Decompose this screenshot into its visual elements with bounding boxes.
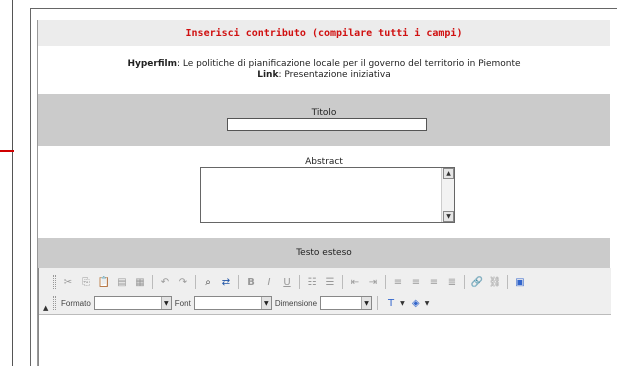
toolbar-row-1: ✂ ⎘ 📋 ▤ ▦ ↶ ↷ ⌕ ⇄ B I U ☷ ☰ ⇤ ⇥ ≡ ≡ ≡ ≣ xyxy=(53,274,528,290)
abstract-field: ▲ ▼ xyxy=(200,167,455,223)
hyperfilm-line: Hyperfilm: Le politiche di pianificazion… xyxy=(127,59,520,70)
paste-word-icon[interactable]: ▦ xyxy=(132,274,148,290)
paste-icon[interactable]: 📋 xyxy=(96,274,112,290)
undo-icon[interactable]: ↶ xyxy=(157,274,173,290)
underline-icon[interactable]: U xyxy=(279,274,295,290)
titolo-label: Titolo xyxy=(311,108,337,118)
cut-icon[interactable]: ✂ xyxy=(60,274,76,290)
formato-select[interactable]: ▼ xyxy=(93,296,172,310)
redo-icon[interactable]: ↷ xyxy=(175,274,191,290)
context-info: Hyperfilm: Le politiche di pianificazion… xyxy=(38,46,610,94)
form-header: Inserisci contributo (compilare tutti i … xyxy=(38,20,610,46)
hyperfilm-label: Hyperfilm xyxy=(127,59,177,69)
rich-text-editor: ✂ ⎘ 📋 ▤ ▦ ↶ ↷ ⌕ ⇄ B I U ☷ ☰ ⇤ ⇥ ≡ ≡ ≡ ≣ xyxy=(38,268,611,366)
abstract-textarea[interactable] xyxy=(201,168,442,222)
dimensione-label: Dimensione xyxy=(274,298,318,308)
titolo-section: Titolo xyxy=(38,94,610,146)
ordered-list-icon[interactable]: ☷ xyxy=(304,274,320,290)
scroll-down-icon[interactable]: ▼ xyxy=(443,211,454,222)
abstract-label: Abstract xyxy=(305,157,343,167)
replace-icon[interactable]: ⇄ xyxy=(218,274,234,290)
outdent-icon[interactable]: ⇤ xyxy=(347,274,363,290)
align-center-icon[interactable]: ≡ xyxy=(408,274,424,290)
text-color-icon: T xyxy=(388,297,395,309)
unordered-list-icon[interactable]: ☰ xyxy=(322,274,338,290)
testo-section: Testo esteso xyxy=(38,238,610,268)
dimensione-select[interactable]: ▼ xyxy=(320,296,373,310)
scroll-up-icon[interactable]: ▲ xyxy=(443,168,454,179)
collapse-toolbar-icon[interactable]: ▲ xyxy=(43,304,48,312)
titolo-input[interactable] xyxy=(227,118,427,131)
bold-icon[interactable]: B xyxy=(243,274,259,290)
form-heading: Inserisci contributo (compilare tutti i … xyxy=(185,27,463,39)
abstract-scrollbar[interactable]: ▲ ▼ xyxy=(441,168,454,222)
bg-color-button[interactable]: ◈ ▼ xyxy=(408,295,430,311)
unlink-icon[interactable]: ⛓ xyxy=(487,274,503,290)
toolbar-separator xyxy=(507,275,508,289)
testo-label: Testo esteso xyxy=(296,248,352,258)
link-label: Link xyxy=(257,70,279,80)
chevron-down-icon[interactable]: ▼ xyxy=(260,297,271,309)
align-right-icon[interactable]: ≡ xyxy=(426,274,442,290)
link-value: : Presentazione iniziativa xyxy=(278,70,391,80)
chevron-down-icon[interactable]: ▼ xyxy=(160,297,171,309)
chevron-down-icon[interactable]: ▼ xyxy=(400,300,405,307)
toolbar-separator xyxy=(342,275,343,289)
left-divider xyxy=(12,0,13,366)
toolbar-separator xyxy=(299,275,300,289)
left-red-marker xyxy=(0,150,14,152)
link-line: Link: Presentazione iniziativa xyxy=(257,70,391,81)
toolbar-separator xyxy=(377,296,379,310)
toolbar-separator xyxy=(238,275,239,289)
link-icon[interactable]: 🔗 xyxy=(469,274,485,290)
editor-content-area[interactable] xyxy=(39,315,611,366)
align-left-icon[interactable]: ≡ xyxy=(390,274,406,290)
indent-icon[interactable]: ⇥ xyxy=(365,274,381,290)
font-select[interactable]: ▼ xyxy=(193,296,272,310)
toolbar-grip[interactable] xyxy=(53,296,56,310)
toolbar-grip[interactable] xyxy=(53,275,56,289)
find-icon[interactable]: ⌕ xyxy=(200,274,216,290)
formato-label: Formato xyxy=(61,298,91,308)
italic-icon[interactable]: I xyxy=(261,274,277,290)
editor-toolbar: ✂ ⎘ 📋 ▤ ▦ ↶ ↷ ⌕ ⇄ B I U ☷ ☰ ⇤ ⇥ ≡ ≡ ≡ ≣ xyxy=(39,268,611,315)
image-icon[interactable]: ▣ xyxy=(512,274,528,290)
toolbar-row-2: Formato ▼ Font ▼ Dimensione ▼ T ▼ ◈ ▼ xyxy=(53,295,429,311)
toolbar-separator xyxy=(385,275,386,289)
chevron-down-icon[interactable]: ▼ xyxy=(361,297,372,309)
toolbar-separator xyxy=(464,275,465,289)
chevron-down-icon[interactable]: ▼ xyxy=(425,300,430,307)
text-color-button[interactable]: T ▼ xyxy=(383,295,405,311)
justify-icon[interactable]: ≣ xyxy=(444,274,460,290)
hyperfilm-value: : Le politiche di pianificazione locale … xyxy=(176,59,521,69)
paste-text-icon[interactable]: ▤ xyxy=(114,274,130,290)
bg-color-icon: ◈ xyxy=(411,297,420,309)
toolbar-separator xyxy=(152,275,153,289)
copy-icon[interactable]: ⎘ xyxy=(78,274,94,290)
font-label: Font xyxy=(174,298,191,308)
toolbar-separator xyxy=(195,275,196,289)
